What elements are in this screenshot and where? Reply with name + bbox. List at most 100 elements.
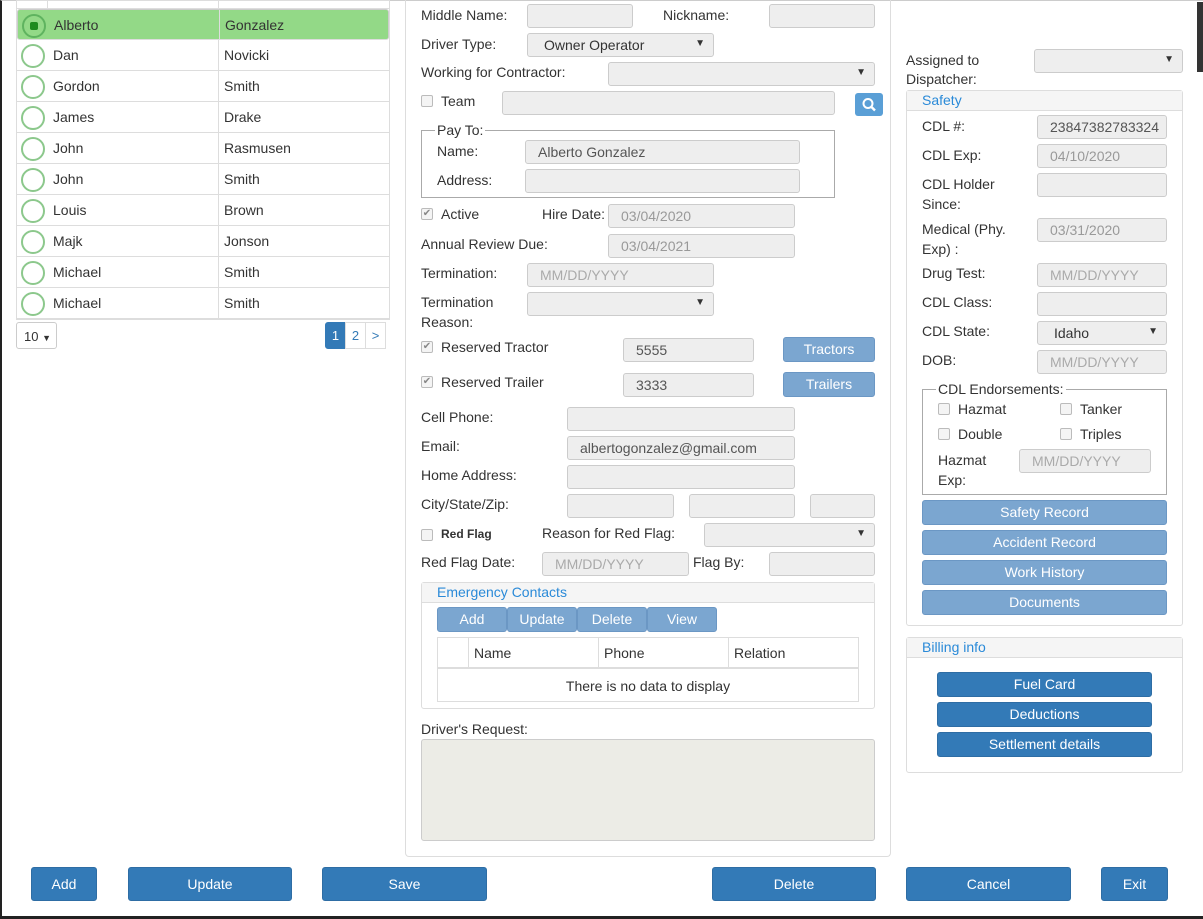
contractor-select[interactable]: ▼ [608, 62, 875, 86]
dob-input[interactable]: MM/DD/YYYY [1037, 350, 1167, 374]
team-checkbox[interactable] [421, 95, 433, 107]
row-select-cell[interactable] [17, 71, 48, 101]
dispatcher-select[interactable]: ▼ [1034, 49, 1183, 73]
safety-record-button[interactable]: Safety Record [922, 500, 1167, 525]
row-select-cell[interactable] [17, 133, 48, 163]
emergency-add-button[interactable]: Add [437, 607, 507, 632]
double-checkbox[interactable] [938, 428, 950, 440]
pay-address-input[interactable] [525, 169, 800, 193]
emergency-delete-button[interactable]: Delete [577, 607, 647, 632]
emergency-view-button[interactable]: View [647, 607, 717, 632]
work-history-button[interactable]: Work History [922, 560, 1167, 585]
pagination: 1 2 > [325, 322, 386, 349]
table-row[interactable]: Dan Novicki [17, 40, 389, 71]
reserved-tractor-input[interactable]: 5555 [623, 338, 754, 362]
email-input[interactable]: albertogonzalez@gmail.com [567, 436, 795, 460]
red-flag-date-input[interactable]: MM/DD/YYYY [542, 552, 689, 576]
deductions-button[interactable]: Deductions [937, 702, 1152, 727]
zip-input[interactable] [810, 494, 875, 518]
reserved-tractor-checkbox[interactable]: ✔ [421, 341, 433, 353]
pay-name-input[interactable]: Alberto Gonzalez [525, 140, 800, 164]
middle-name-input[interactable] [527, 4, 633, 28]
red-flag-reason-select[interactable]: ▼ [704, 523, 875, 547]
row-radio[interactable] [21, 44, 45, 68]
flag-by-input[interactable] [769, 552, 875, 576]
cdl-holder-label-2: Since: [922, 196, 961, 212]
row-select-cell[interactable] [17, 195, 48, 225]
active-checkbox[interactable]: ✔ [421, 208, 433, 220]
drivers-request-textarea[interactable] [421, 739, 875, 841]
table-row[interactable]: John Rasmusen [17, 133, 389, 164]
table-row[interactable]: John Smith [17, 164, 389, 195]
driver-type-select[interactable]: Owner Operator ▼ [527, 33, 714, 57]
accident-record-button[interactable]: Accident Record [922, 530, 1167, 555]
exit-button[interactable]: Exit [1101, 867, 1168, 901]
page-2-link[interactable]: 2 [345, 322, 366, 349]
row-select-cell[interactable] [17, 288, 48, 318]
fuel-card-button[interactable]: Fuel Card [937, 672, 1152, 697]
save-button[interactable]: Save [322, 867, 487, 901]
row-select-cell[interactable] [17, 226, 48, 256]
row-radio[interactable] [21, 137, 45, 161]
row-radio[interactable] [21, 75, 45, 99]
cdl-exp-input[interactable]: 04/10/2020 [1037, 144, 1167, 168]
drug-test-input[interactable]: MM/DD/YYYY [1037, 263, 1167, 287]
state-input[interactable] [689, 494, 795, 518]
search-button[interactable] [855, 93, 883, 116]
emergency-update-button[interactable]: Update [507, 607, 577, 632]
reserved-trailer-checkbox[interactable]: ✔ [421, 376, 433, 388]
hazmat-exp-input[interactable]: MM/DD/YYYY [1019, 449, 1151, 473]
hire-date-input[interactable]: 03/04/2020 [608, 204, 795, 228]
annual-review-input[interactable]: 03/04/2021 [608, 234, 795, 258]
termination-reason-select[interactable]: ▼ [527, 292, 714, 316]
row-select-cell[interactable] [17, 257, 48, 287]
team-input[interactable] [502, 91, 835, 115]
delete-button[interactable]: Delete [712, 867, 876, 901]
triples-checkbox[interactable] [1060, 428, 1072, 440]
row-radio[interactable] [22, 14, 46, 38]
city-input[interactable] [567, 494, 674, 518]
tanker-checkbox[interactable] [1060, 403, 1072, 415]
cell-phone-input[interactable] [567, 407, 795, 431]
hazmat-checkbox[interactable] [938, 403, 950, 415]
row-radio[interactable] [21, 168, 45, 192]
cancel-button[interactable]: Cancel [906, 867, 1071, 901]
row-select-cell[interactable] [18, 10, 49, 40]
next-page-link[interactable]: > [365, 322, 386, 349]
page-1-link[interactable]: 1 [325, 322, 346, 349]
medical-exp-input[interactable]: 03/31/2020 [1037, 218, 1167, 242]
table-row[interactable]: Gordon Smith [17, 71, 389, 102]
table-row[interactable]: Michael Smith [17, 288, 389, 319]
row-select-cell[interactable] [17, 164, 48, 194]
table-row[interactable]: Majk Jonson [17, 226, 389, 257]
documents-button[interactable]: Documents [922, 590, 1167, 615]
home-address-input[interactable] [567, 465, 795, 489]
row-radio[interactable] [21, 292, 45, 316]
update-button[interactable]: Update [128, 867, 292, 901]
row-radio[interactable] [21, 261, 45, 285]
cdl-holder-since-input[interactable] [1037, 173, 1167, 197]
row-radio[interactable] [21, 230, 45, 254]
scrollbar[interactable] [1197, 2, 1203, 72]
row-select-cell[interactable] [17, 40, 48, 70]
add-button[interactable]: Add [31, 867, 97, 901]
cdl-number-input[interactable]: 23847382783324 [1037, 115, 1167, 139]
table-row[interactable]: James Drake [17, 102, 389, 133]
red-flag-checkbox[interactable] [421, 529, 433, 541]
table-row[interactable]: Michael Smith [17, 257, 389, 288]
row-radio[interactable] [21, 106, 45, 130]
reserved-trailer-input[interactable]: 3333 [623, 373, 754, 397]
page-size-select[interactable]: 10 ▼ [16, 322, 57, 349]
nickname-input[interactable] [769, 4, 875, 28]
trailers-button[interactable]: Trailers [783, 372, 875, 397]
column-phone: Phone [604, 645, 645, 661]
cdl-class-input[interactable] [1037, 292, 1167, 316]
tractors-button[interactable]: Tractors [783, 337, 875, 362]
row-radio[interactable] [21, 199, 45, 223]
table-row[interactable]: Alberto Gonzalez [17, 9, 389, 40]
table-row[interactable]: Louis Brown [17, 195, 389, 226]
settlement-details-button[interactable]: Settlement details [937, 732, 1152, 757]
cdl-state-select[interactable]: Idaho ▼ [1037, 321, 1167, 345]
row-select-cell[interactable] [17, 102, 48, 132]
termination-date-input[interactable]: MM/DD/YYYY [527, 263, 714, 287]
